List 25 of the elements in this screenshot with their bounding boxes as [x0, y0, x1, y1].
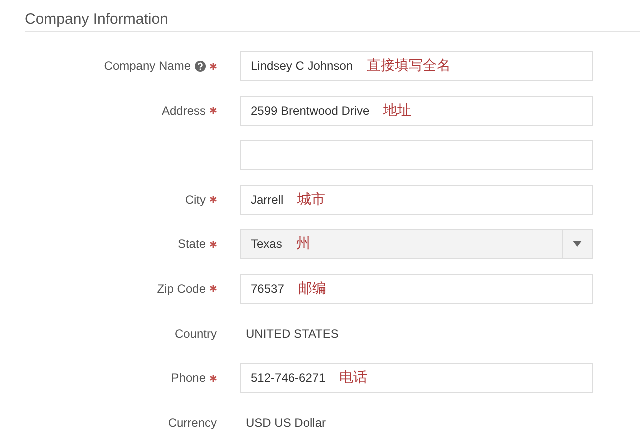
field-value: USD US Dollar: [246, 416, 326, 430]
dropdown[interactable]: Texas 州: [240, 229, 593, 260]
input-field[interactable]: [240, 140, 593, 170]
annotation-text: 邮编: [298, 280, 326, 298]
input-field[interactable]: 76537 邮编: [240, 274, 593, 304]
annotation-text: 直接填写全名: [367, 57, 452, 75]
input-field[interactable]: 512-746-6271 电话: [240, 363, 593, 394]
input-field[interactable]: Lindsey C Johnson 直接填写全名: [240, 51, 593, 81]
field-label: Country: [174, 326, 217, 341]
annotation-text: 州: [296, 235, 310, 254]
annotation-text: 电话: [340, 369, 368, 388]
field-value: UNITED STATES: [246, 326, 339, 341]
field-label: State: [178, 237, 206, 252]
field-label: Currency: [168, 416, 217, 430]
help-icon[interactable]: [195, 60, 206, 72]
annotation-text: 城市: [298, 190, 326, 209]
field-label: Company Name: [104, 59, 191, 73]
field-label: Zip Code: [157, 282, 206, 296]
field-label: Address: [162, 104, 206, 118]
input-field[interactable]: 2599 Brentwood Drive 地址: [240, 96, 593, 126]
section-title: Company Information: [25, 10, 168, 30]
field-label: Phone: [171, 371, 206, 386]
field-label: City: [185, 192, 206, 207]
annotation-text: 地址: [384, 102, 412, 120]
input-field[interactable]: Jarrell 城市: [240, 184, 593, 215]
